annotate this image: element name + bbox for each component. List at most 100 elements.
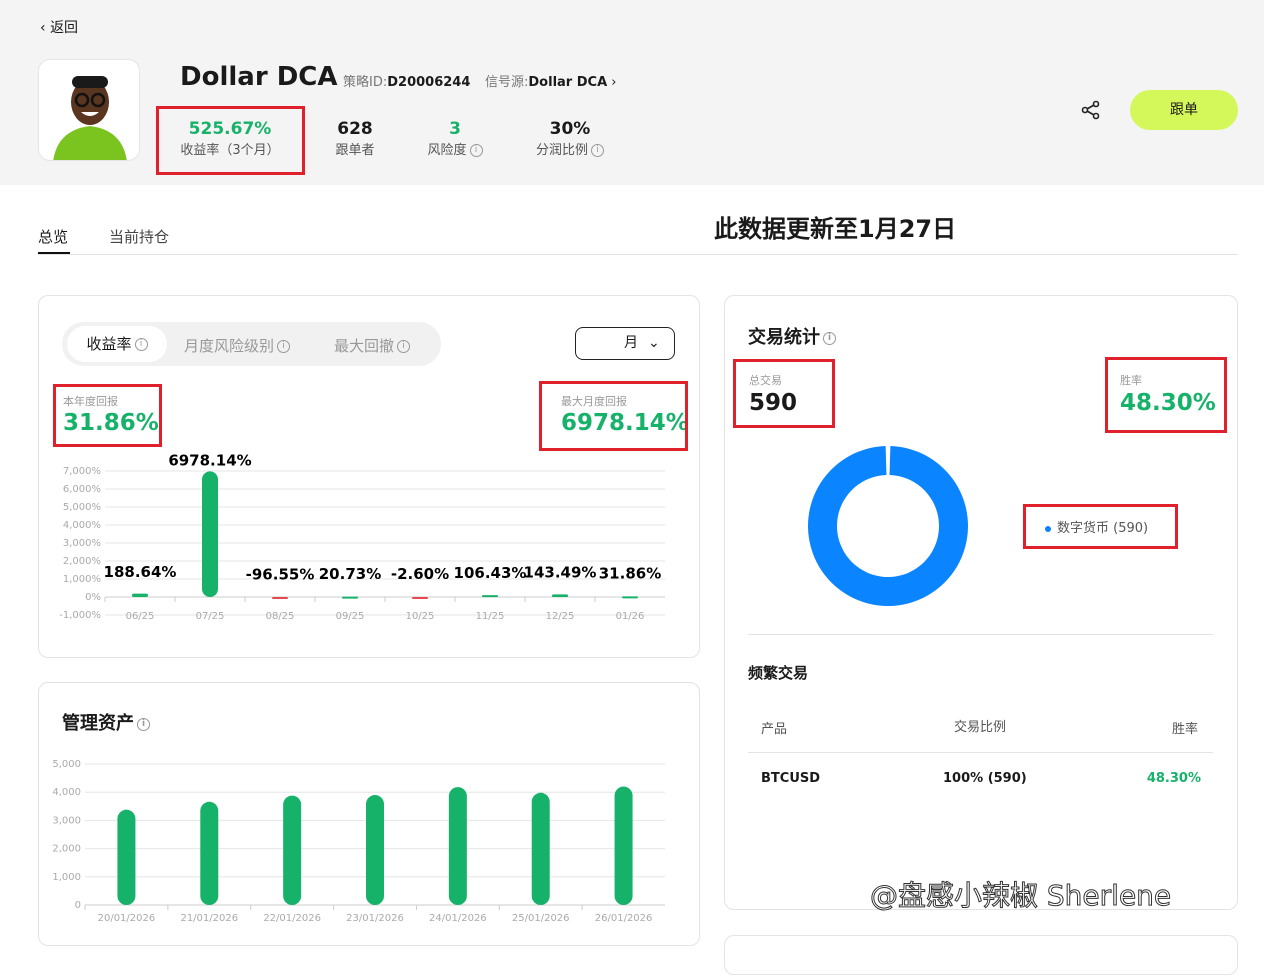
y-tick-label: 0% (85, 592, 101, 603)
y-tick-label: 2,000 (52, 844, 81, 855)
strategy-id: 策略ID:D20006244 (343, 75, 471, 90)
back-link[interactable]: ‹ 返回 (40, 17, 78, 37)
y-tick-label: 2,000% (63, 556, 101, 567)
bar (117, 809, 136, 905)
y-tick-label: 1,000% (63, 574, 101, 585)
tabs-divider (38, 254, 1238, 255)
y-tick-label: 4,000% (63, 520, 101, 531)
update-notice: 此数据更新至1月27日 (714, 215, 957, 243)
x-tick-label: 26/01/2026 (595, 913, 653, 924)
y-tick-label: 6,000% (63, 484, 101, 495)
bar (482, 595, 498, 598)
info-icon: i (277, 340, 291, 353)
bar (448, 787, 467, 905)
y-tick-label: 0 (75, 900, 81, 911)
column-header-product: 产品 (761, 722, 788, 737)
data-label: -2.60% (391, 565, 449, 583)
y-tick-label: 5,000% (63, 502, 101, 513)
x-tick-label: 01/26 (616, 611, 645, 622)
x-tick-label: 25/01/2026 (512, 913, 570, 924)
bar (531, 792, 550, 905)
tab-positions[interactable]: 当前持仓 (109, 226, 169, 247)
info-icon[interactable]: i (137, 717, 150, 731)
info-icon: i (397, 340, 411, 353)
segment-monthly-risk[interactable]: 月度风险级别 i (184, 335, 291, 356)
column-header-ratio: 交易比例 (954, 720, 1007, 735)
column-header-winrate: 胜率 (1172, 722, 1199, 737)
next-card (724, 935, 1238, 975)
chevron-right-icon: › (607, 75, 617, 90)
y-tick-label: 5,000 (52, 759, 81, 770)
y-tick-label: 7,000% (63, 466, 101, 477)
highlight-box (53, 384, 162, 447)
bar (272, 597, 288, 599)
data-label: 6978.14% (168, 451, 251, 469)
bar (366, 795, 384, 905)
share-icon[interactable] (1080, 99, 1102, 126)
follow-button[interactable]: 跟单 (1130, 90, 1238, 130)
stat-profit-share: 30% 分润比例 i (525, 119, 615, 158)
asset-donut-chart (808, 446, 968, 606)
stat-followers: 628 跟单者 (335, 119, 375, 158)
y-tick-label: 3,000% (63, 538, 101, 549)
info-icon[interactable]: i (591, 144, 604, 157)
bar (200, 801, 219, 905)
data-label: -96.55% (246, 566, 315, 584)
info-icon[interactable]: i (469, 144, 483, 157)
row-winrate: 48.30% (1146, 771, 1201, 786)
donut-slice (808, 446, 968, 606)
divider (748, 634, 1213, 635)
data-label: 106.43% (454, 564, 527, 582)
bar (132, 593, 148, 597)
tab-overview[interactable]: 总览 (38, 226, 68, 247)
signal-source-link[interactable]: 信号源:Dollar DCA › (485, 71, 616, 90)
aum-bar-chart: 0 1,000 2,000 3,000 4,000 5,000 20/01/2026 21/0… (52, 759, 665, 924)
y-tick-label: 1,000 (52, 872, 81, 883)
row-product: BTCUSD (761, 771, 821, 786)
table-row[interactable]: BTCUSD 100% (590) 48.30% (748, 753, 1213, 805)
aum-title: 管理资产 i (62, 709, 150, 735)
chevron-left-icon: ‹ (40, 20, 51, 36)
x-tick-label: 24/01/2026 (429, 913, 487, 924)
data-label: 31.86% (599, 565, 661, 583)
x-tick-label: 20/01/2026 (98, 913, 156, 924)
highlight-box (733, 359, 835, 428)
bar (342, 596, 358, 599)
bar (283, 795, 302, 905)
bar (202, 471, 218, 597)
bar (622, 596, 638, 599)
x-tick-label: 10/25 (406, 611, 435, 622)
x-tick-label: 11/25 (476, 611, 505, 622)
data-label: 20.73% (319, 565, 381, 583)
returns-bar-chart: -1,000% 0% 1,000% 2,000% 3,000% 4,000% 5,000% 6… (59, 451, 665, 622)
frequent-trades-title: 频繁交易 (748, 664, 809, 682)
trade-stats-title: 交易统计 i (748, 323, 836, 349)
highlight-box (1105, 357, 1227, 433)
segment-return[interactable]: 收益率 i (67, 326, 167, 362)
y-tick-label: 3,000 (52, 815, 81, 826)
data-label: 188.64% (104, 563, 177, 581)
x-tick-label: 08/25 (266, 611, 295, 622)
bar (614, 786, 633, 905)
watermark: @盘感小辣椒 Sherlene (869, 879, 1172, 913)
avatar (38, 59, 140, 161)
strategy-name: Dollar DCA (180, 62, 338, 92)
data-label: 143.49% (524, 563, 597, 581)
x-tick-label: 07/25 (196, 611, 225, 622)
x-tick-label: 21/01/2026 (180, 913, 238, 924)
y-tick-label: -1,000% (59, 610, 101, 621)
x-tick-label: 06/25 (126, 611, 155, 622)
row-ratio: 100% (590) (943, 771, 1027, 786)
x-tick-label: 09/25 (336, 611, 365, 622)
period-select[interactable]: 月 ⌄ (575, 327, 675, 360)
segment-max-drawdown[interactable]: 最大回撤 i (334, 335, 411, 356)
info-icon: i (134, 338, 148, 351)
bar (412, 597, 428, 599)
x-tick-label: 22/01/2026 (263, 913, 321, 924)
highlight-box (156, 106, 305, 175)
info-icon[interactable]: i (823, 331, 836, 345)
chevron-down-icon: ⌄ (648, 335, 660, 351)
x-tick-label: 23/01/2026 (346, 913, 404, 924)
bar (552, 594, 568, 597)
highlight-box (1023, 504, 1178, 549)
